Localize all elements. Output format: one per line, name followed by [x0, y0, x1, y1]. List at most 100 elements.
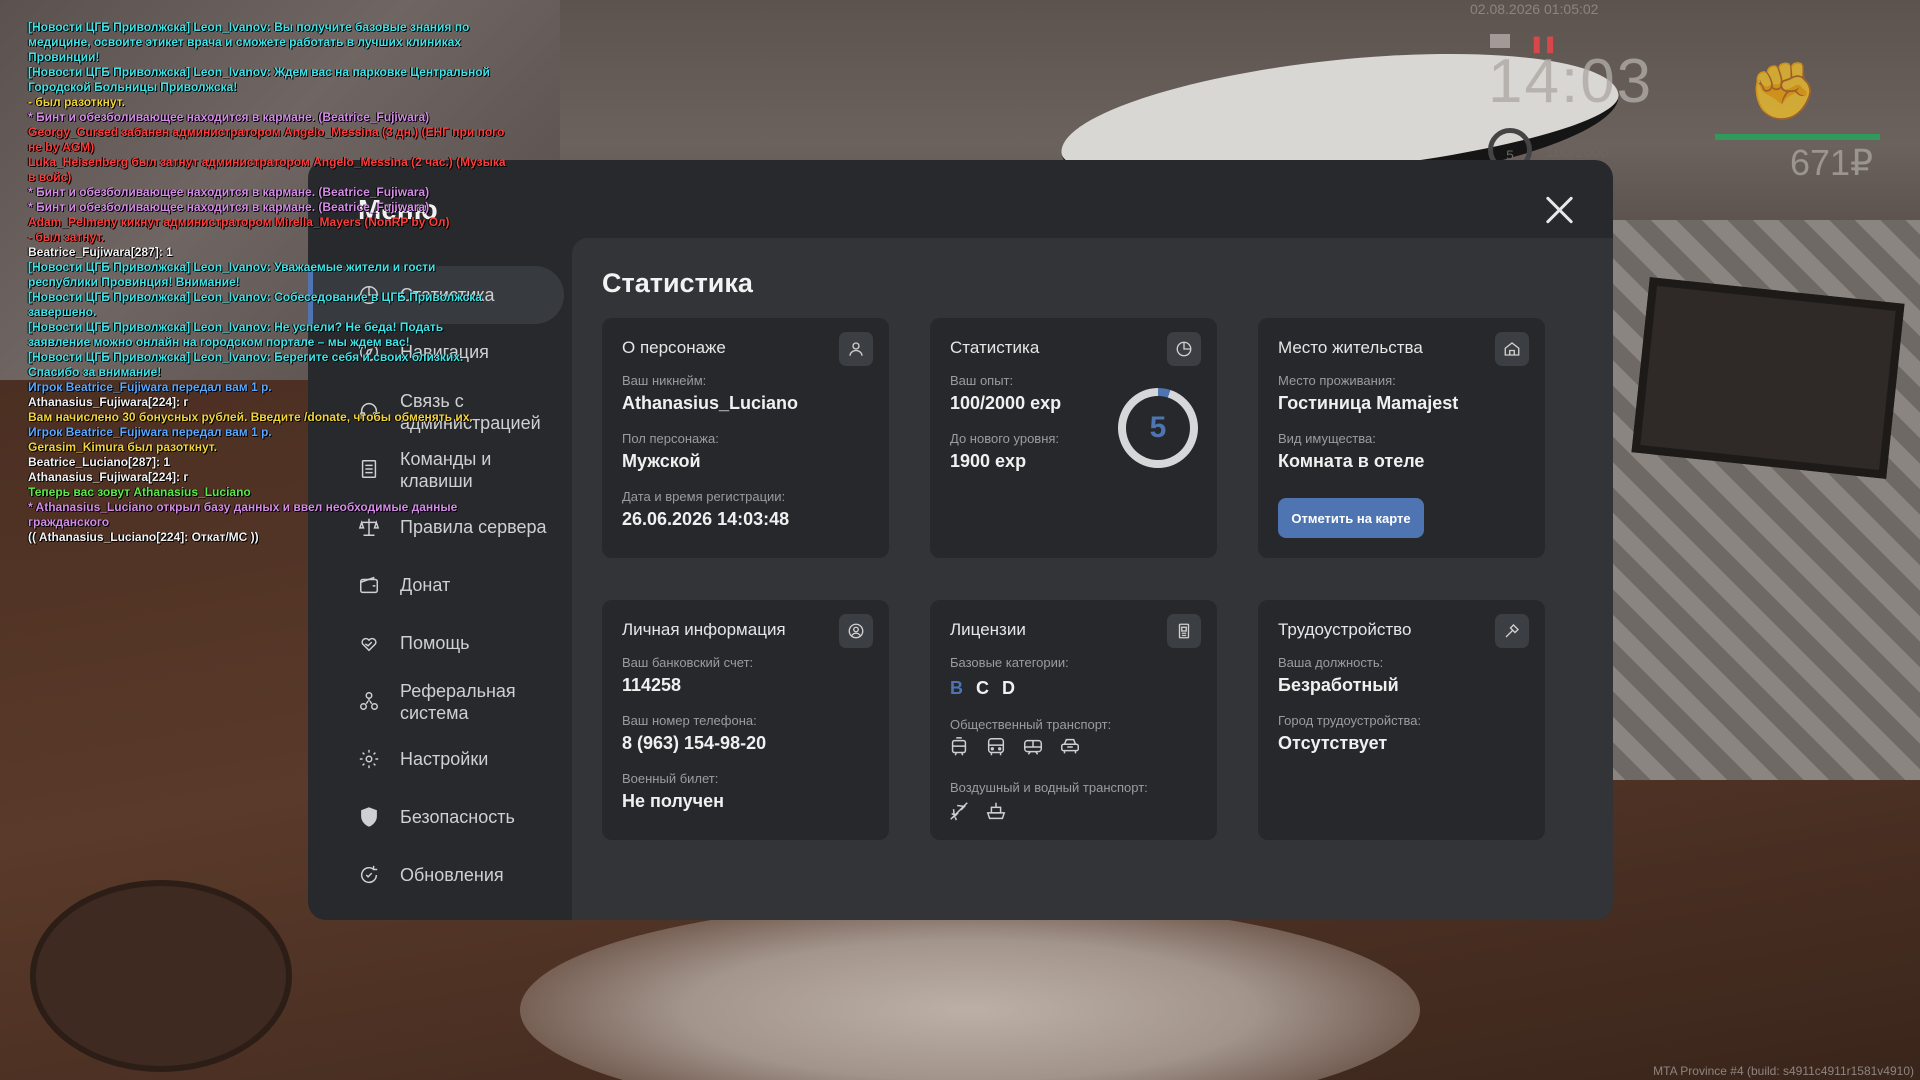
card-licenses: Лицензии Базовые категории: B C D Общест… — [930, 600, 1217, 840]
bank-account-label: Ваш банковский счет: — [622, 655, 754, 670]
military-id-value: Не получен — [622, 791, 724, 811]
picture-frame — [1631, 277, 1905, 479]
chat-line: Игрок Beatrice_Fujiwara передал вам 1 р. — [28, 425, 272, 439]
chat-line: [Новости ЦГБ Приволжска] Leon_Ivanov: Не… — [28, 320, 444, 349]
chat-line: Beatrice_Luciano[287]: 1 — [28, 455, 171, 469]
chat-line: Теперь вас зовут Athanasius_Luciano — [28, 485, 251, 499]
bus-icon — [985, 736, 1007, 758]
hud-datetime: 02.08.2026 01:05:02 — [1470, 1, 1599, 17]
chat-line: Athanasius_Fujiwara[224]: г — [28, 395, 189, 409]
registration-label: Дата и время регистрации: — [622, 489, 786, 504]
gender-label: Пол персонажа: — [622, 431, 719, 446]
nav-label: Безопасность — [400, 807, 515, 827]
referral-icon — [358, 690, 380, 712]
license-category-d: D — [1002, 678, 1015, 698]
nav-label: Обновления — [400, 865, 504, 885]
chat-line: [Новости ЦГБ Приволжска] Leon_Ivanov: Ув… — [28, 260, 436, 289]
phone-value: 8 (963) 154-98-20 — [622, 733, 767, 753]
chat-line: [Новости ЦГБ Приволжска] Leon_Ivanov: Со… — [28, 290, 482, 319]
work-city-value: Отсутствует — [1278, 733, 1388, 753]
nav-item-help[interactable]: Помощь — [358, 632, 558, 654]
health-bar — [1715, 134, 1880, 140]
shield-icon — [358, 806, 380, 828]
card-personal-info: Личная информация Ваш банковский счет: 1… — [602, 600, 889, 840]
property-type-value: Комната в отеле — [1278, 451, 1425, 471]
card-title: Место жительства — [1278, 338, 1423, 357]
position-label: Ваша должность: — [1278, 655, 1384, 670]
chat-line: - был разоткнут. — [28, 95, 125, 109]
build-info: MTA Province #4 (build: s4911c4911r1581v… — [1653, 1064, 1914, 1078]
nav-label: Реферальная система — [400, 681, 516, 723]
pie-chart-icon — [1167, 332, 1201, 366]
nav-label: Донат — [400, 575, 451, 595]
wallet-icon — [358, 574, 380, 596]
exp-value: 100/2000 exp — [950, 393, 1062, 413]
license-category-c: C — [976, 678, 989, 698]
chat-line: [Новости ЦГБ Приволжска] Leon_Ivanov: Жд… — [28, 65, 490, 94]
heart-hand-icon — [358, 632, 380, 654]
card-employment: Трудоустройство Ваша должность: Безработ… — [1258, 600, 1545, 840]
close-button[interactable] — [1540, 190, 1580, 230]
card-title: Лицензии — [950, 620, 1026, 639]
chat-line: Gerasim_Kimura был разоткнут. — [28, 440, 217, 454]
chat-line: [Новости ЦГБ Приволжска] Leon_Ivanov: Вы… — [28, 20, 470, 64]
user-icon — [839, 332, 873, 366]
nav-item-referral[interactable]: Реферальная система — [358, 680, 558, 724]
nav-item-donate[interactable]: Донат — [358, 574, 558, 596]
nav-item-updates[interactable]: Обновления — [358, 864, 558, 886]
level-number: 5 — [1149, 411, 1167, 444]
chat-line: - был затнут. — [28, 230, 105, 244]
gender-value: Мужской — [622, 451, 701, 471]
card-title: Статистика — [950, 338, 1040, 357]
chat-line: Athanasius_Fujiwara[224]: г — [28, 470, 189, 484]
property-type-label: Вид имущества: — [1278, 431, 1376, 446]
chat-line: Beatrice_Fujiwara[287]: 1 — [28, 245, 173, 259]
bank-account-value: 114258 — [622, 675, 682, 695]
base-categories-label: Базовые категории: — [950, 655, 1069, 670]
round-table — [30, 880, 292, 1072]
hammer-icon — [1495, 614, 1529, 648]
card-statistics: Статистика Ваш опыт: 100/2000 exp До нов… — [930, 318, 1217, 558]
chat-line: Вам начислено 30 бонусных рублей. Введит… — [28, 410, 473, 424]
hud-money: 671₽ — [1790, 142, 1873, 183]
exp-label: Ваш опыт: — [950, 373, 1014, 388]
nickname-value: Athanasius_Luciano — [622, 393, 799, 413]
nav-item-settings[interactable]: Настройки — [358, 748, 558, 770]
next-level-value: 1900 exp — [950, 451, 1027, 471]
fist-icon: ✊ — [1748, 59, 1818, 122]
nav-label: Помощь — [400, 633, 470, 653]
hud-exp: 100/2000 — [1546, 144, 1609, 161]
user-circle-icon — [839, 614, 873, 648]
chat-line: (( Athanasius_Luciano[224]: Откат/МС )) — [28, 530, 259, 544]
next-level-label: До нового уровня: — [950, 431, 1060, 446]
air-water-transport-label: Воздушный и водный транспорт: — [950, 780, 1148, 795]
residence-value: Гостиница Mamajest — [1278, 393, 1459, 413]
chat-line: Luka_Heisenberg был затнут администратор… — [28, 155, 506, 184]
chat-line: * Бинт и обезболивающее находится в карм… — [28, 185, 430, 199]
card-title: Трудоустройство — [1278, 620, 1412, 639]
residence-label: Место проживания: — [1278, 373, 1396, 388]
position-value: Безработный — [1278, 675, 1399, 695]
house-icon — [1495, 332, 1529, 366]
ship-icon — [985, 800, 1007, 822]
nav-item-security[interactable]: Безопасность — [358, 806, 558, 828]
card-residence: Место жительства Место проживания: Гости… — [1258, 318, 1545, 558]
airplane-icon — [948, 800, 970, 822]
mark-on-map-button[interactable]: Отметить на карте — [1278, 498, 1424, 538]
chat-line: * Бинт и обезболивающее находится в карм… — [28, 200, 430, 214]
police-car-icon — [1059, 736, 1081, 758]
chat-line: * Бинт и обезболивающее находится в карм… — [28, 110, 430, 124]
registration-value: 26.06.2026 14:03:48 — [622, 509, 790, 529]
license-category-b: B — [950, 678, 963, 698]
work-city-label: Город трудоустройства: — [1278, 713, 1422, 728]
phone-label: Ваш номер телефона: — [622, 713, 757, 728]
page-title: Статистика — [602, 268, 753, 298]
gear-icon — [358, 748, 380, 770]
chat-line: * Athanasius_Luciano открыл базу данных … — [28, 500, 458, 529]
public-transport-label: Общественный транспорт: — [950, 717, 1112, 732]
card-title: Личная информация — [622, 620, 786, 639]
id-card-icon — [1167, 614, 1201, 648]
card-title: О персонаже — [622, 338, 726, 357]
nickname-label: Ваш никнейм: — [622, 373, 707, 388]
chat-line: Игрок Beatrice_Fujiwara передал вам 1 р. — [28, 380, 272, 394]
